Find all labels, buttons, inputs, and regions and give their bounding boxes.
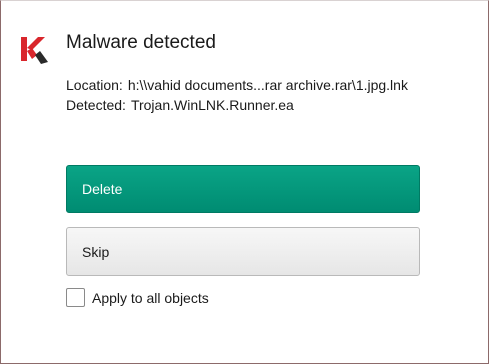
delete-button[interactable]: Delete <box>66 165 420 213</box>
skip-button[interactable]: Skip <box>66 227 420 276</box>
skip-button-label: Skip <box>82 243 110 260</box>
delete-button-label: Delete <box>82 181 123 197</box>
apply-to-all-label: Apply to all objects <box>92 289 209 306</box>
apply-to-all-checkbox[interactable] <box>66 288 85 307</box>
threat-details: Location: h:\\vahid documents...rar archi… <box>66 75 408 115</box>
location-label: Location: <box>66 77 123 93</box>
malware-dialog: Malware detected Location: h:\\vahid docu… <box>0 0 489 364</box>
location-value: h:\\vahid documents...rar archive.rar\1.… <box>127 77 408 93</box>
location-row: Location: h:\\vahid documents...rar archi… <box>66 75 408 95</box>
detected-value: Trojan.WinLNK.Runner.ea <box>130 97 294 113</box>
kaspersky-logo-icon <box>21 37 48 64</box>
detected-row: Detected: Trojan.WinLNK.Runner.ea <box>66 95 408 115</box>
dialog-title: Malware detected <box>66 32 216 53</box>
apply-to-all-option[interactable]: Apply to all objects <box>66 288 209 307</box>
detected-label: Detected: <box>66 97 126 113</box>
